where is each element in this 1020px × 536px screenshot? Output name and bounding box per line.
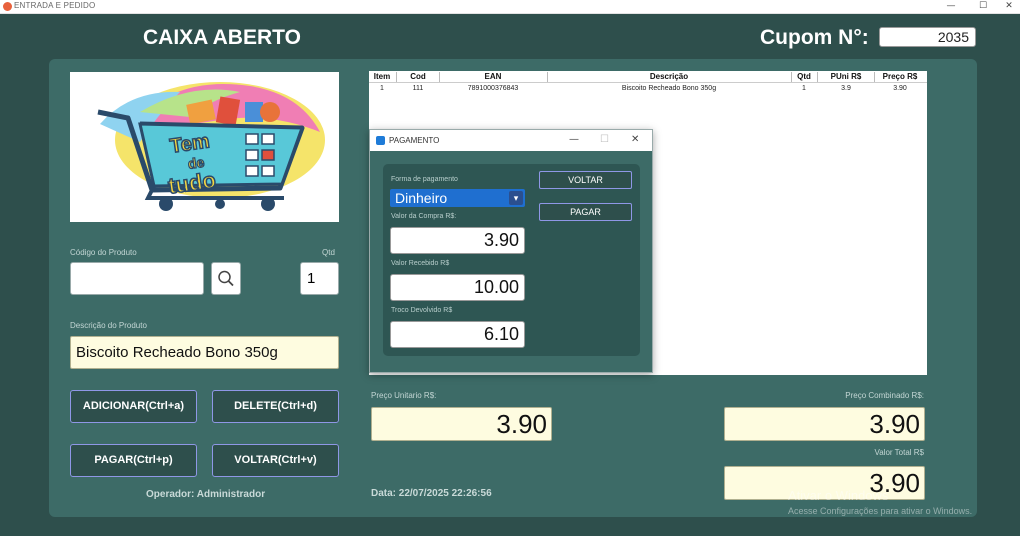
cell-qtd: 1 [802, 85, 806, 92]
combined-price-label: Preço Combinado R$: [845, 391, 924, 400]
header-divider [369, 82, 927, 83]
product-code-input[interactable] [70, 262, 204, 295]
add-button[interactable]: ADICIONAR(Ctrl+a) [70, 390, 197, 423]
combined-price-field: 3.90 [724, 407, 925, 441]
column-header-item[interactable]: Item [371, 72, 393, 81]
search-icon [218, 270, 234, 287]
received-value-input[interactable]: 10.00 [390, 274, 525, 301]
dialog-pay-button[interactable]: PAGAR [539, 203, 632, 221]
app-icon [3, 2, 12, 11]
payment-dialog: PAGAMENTO — ☐ ✕ Forma de pagamento Dinhe… [369, 129, 653, 373]
pay-button[interactable]: PAGAR(Ctrl+p) [70, 444, 197, 477]
change-value-field[interactable]: 6.10 [390, 321, 525, 348]
date-label: Data: 22/07/2025 22:26:56 [371, 488, 492, 499]
dialog-back-button[interactable]: VOLTAR [539, 171, 632, 189]
purchase-value-field[interactable]: 3.90 [390, 227, 525, 254]
dialog-close-button[interactable]: ✕ [631, 134, 639, 145]
operator-label: Operador: Administrador [146, 489, 266, 500]
column-header-descricao[interactable]: Descrição [549, 72, 789, 81]
cell-item: 1 [380, 85, 384, 92]
qty-input[interactable]: 1 [300, 262, 339, 295]
window-titlebar: ENTRADA E PEDIDO — ☐ ✕ [0, 0, 1020, 14]
cell-puni: 3.9 [841, 85, 851, 92]
column-header-qtd[interactable]: Qtd [793, 72, 815, 81]
delete-button[interactable]: DELETE(Ctrl+d) [212, 390, 339, 423]
minimize-button[interactable]: — [934, 0, 968, 13]
window-title: ENTRADA E PEDIDO [14, 1, 96, 10]
dialog-content: Forma de pagamento Dinheiro ▾ Valor da C… [383, 164, 640, 356]
product-desc-field[interactable]: Biscoito Recheado Bono 350g [70, 336, 339, 369]
cupom-number-field[interactable]: 2035 [879, 27, 976, 47]
unit-price-field: 3.90 [371, 407, 552, 441]
payment-method-label: Forma de pagamento [391, 176, 458, 183]
shopping-cart-logo-image: Tem de tudo [97, 82, 325, 211]
change-value-label: Troco Devolvido R$ [391, 307, 453, 314]
column-header-ean[interactable]: EAN [441, 72, 545, 81]
column-header-cod[interactable]: Cod [399, 72, 437, 81]
cell-descricao: Biscoito Recheado Bono 350g [621, 85, 717, 92]
search-button[interactable] [211, 262, 241, 295]
cupom-label: Cupom N°: [760, 26, 869, 49]
product-code-label: Código do Produto [70, 248, 137, 257]
payment-method-value: Dinheiro [395, 190, 448, 206]
dialog-titlebar: PAGAMENTO — ☐ ✕ [370, 130, 652, 151]
cell-preco: 3.90 [893, 85, 907, 92]
activation-watermark-subtitle: Acesse Configurações para ativar o Windo… [788, 506, 973, 516]
close-button[interactable]: ✕ [998, 0, 1020, 13]
total-label: Valor Total R$ [874, 448, 924, 457]
chevron-down-icon[interactable]: ▾ [509, 191, 523, 205]
column-header-preco[interactable]: Preço R$ [876, 72, 924, 81]
store-logo: Tem de tudo [70, 72, 339, 222]
maximize-button[interactable]: ☐ [966, 0, 1000, 13]
product-desc-label: Descrição do Produto [70, 321, 147, 330]
column-header-puni[interactable]: PUni R$ [819, 72, 873, 81]
cell-ean: 7891000376843 [467, 85, 519, 92]
received-value-label: Valor Recebido R$ [391, 260, 450, 267]
page-title: CAIXA ABERTO [143, 26, 301, 49]
dialog-app-icon [376, 136, 385, 145]
unit-price-label: Preço Unitario R$: [371, 391, 437, 400]
back-button[interactable]: VOLTAR(Ctrl+v) [212, 444, 339, 477]
qty-label: Qtd [322, 248, 335, 257]
dialog-minimize-button[interactable]: — [569, 134, 579, 145]
payment-method-select[interactable]: Dinheiro ▾ [390, 189, 525, 207]
activation-watermark-title: Ativar o Windows [788, 488, 889, 503]
dialog-maximize-button[interactable]: ☐ [600, 134, 609, 145]
purchase-value-label: Valor da Compra R$: [391, 213, 457, 220]
dialog-title: PAGAMENTO [389, 136, 440, 145]
cell-cod: 111 [412, 85, 424, 92]
